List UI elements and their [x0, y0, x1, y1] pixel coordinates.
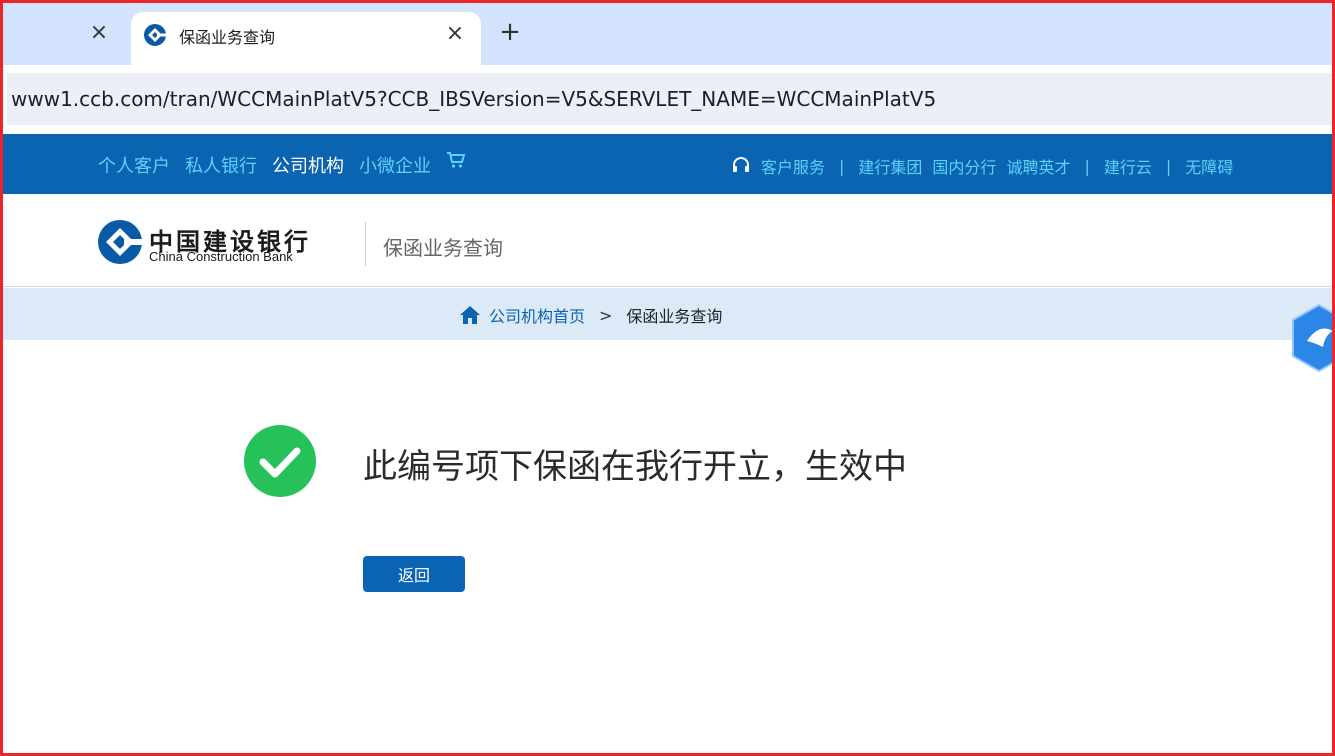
nav-domestic-branches[interactable]: 国内分行 — [932, 154, 996, 178]
breadcrumb: 公司机构首页 > 保函业务查询 — [3, 288, 1332, 340]
nav-ccb-group[interactable]: 建行集团 — [858, 154, 922, 178]
new-tab-button[interactable]: + — [497, 19, 523, 45]
page-title: 保函业务查询 — [383, 236, 503, 260]
tab-title: 保函业务查询 — [179, 28, 276, 47]
bank-name-en: China Construction Bank — [149, 249, 293, 264]
nav-small-business[interactable]: 小微企业 — [359, 152, 431, 178]
back-button[interactable]: 返回 — [363, 556, 465, 592]
cart-icon[interactable] — [446, 150, 466, 170]
nav-careers[interactable]: 诚聘英才 — [1006, 154, 1070, 178]
success-check-icon — [244, 425, 316, 497]
breadcrumb-current: 保函业务查询 — [626, 307, 723, 326]
nav-customer-service[interactable]: 客户服务 — [761, 154, 825, 178]
active-tab[interactable]: 保函业务查询 × — [131, 12, 481, 65]
address-bar: www1.ccb.com/tran/WCCMainPlatV5?CCB_IBSV… — [3, 65, 1332, 133]
nav-right-group: 客户服务 | 建行集团 国内分行 诚聘英才 | 建行云 | 无障碍 — [731, 154, 1233, 178]
top-navigation: 个人客户 私人银行 公司机构 小微企业 客户服务 | 建行集团 国内分行 诚聘英… — [3, 134, 1332, 194]
nav-private-banking[interactable]: 私人银行 — [185, 152, 257, 178]
breadcrumb-home-link[interactable]: 公司机构首页 — [489, 303, 585, 327]
nav-separator: | — [1084, 156, 1090, 176]
nav-separator: | — [839, 156, 845, 176]
ccb-logo-icon[interactable] — [97, 219, 143, 265]
nav-personal[interactable]: 个人客户 — [98, 152, 170, 178]
nav-left-group: 个人客户 私人银行 公司机构 小微企业 — [98, 152, 466, 178]
screenshot-frame: × 保函业务查询 × + www1.ccb.com/tran/WCCMainPl… — [0, 0, 1335, 756]
headset-icon — [733, 157, 749, 172]
tab-close-button[interactable]: × — [443, 22, 467, 46]
nav-separator: | — [1165, 156, 1172, 176]
assistant-widget-icon[interactable] — [1289, 303, 1335, 373]
brand-divider — [365, 222, 366, 266]
brand-header: 中国建设银行 China Construction Bank 保函业务查询 — [3, 194, 1332, 287]
nav-accessibility[interactable]: 无障碍 — [1185, 154, 1233, 178]
nav-ccb-cloud[interactable]: 建行云 — [1104, 154, 1152, 178]
result-message: 此编号项下保函在我行开立，生效中 — [363, 447, 907, 487]
breadcrumb-inner: 公司机构首页 > 保函业务查询 — [459, 303, 722, 327]
previous-tab-close-button[interactable]: × — [87, 21, 111, 45]
nav-corporate[interactable]: 公司机构 — [272, 152, 344, 178]
ccb-logo-icon — [144, 24, 167, 46]
tab-strip: × 保函业务查询 × + — [3, 3, 1332, 65]
home-icon[interactable] — [459, 305, 481, 325]
breadcrumb-separator: > — [599, 305, 613, 325]
url-input[interactable]: www1.ccb.com/tran/WCCMainPlatV5?CCB_IBSV… — [7, 73, 1332, 125]
